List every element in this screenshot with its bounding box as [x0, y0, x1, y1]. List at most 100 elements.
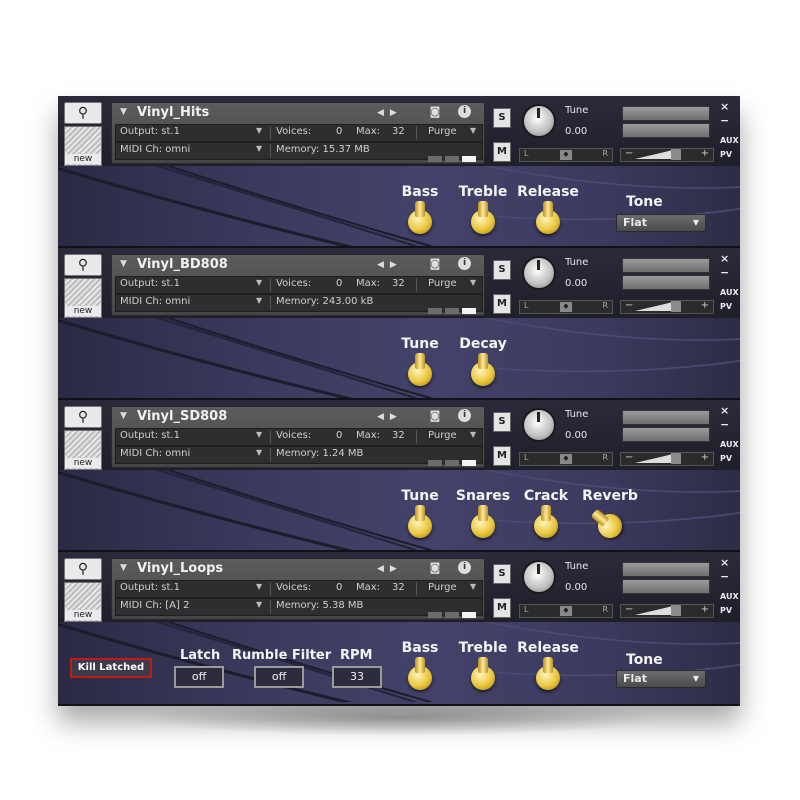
new-button[interactable]: new — [64, 430, 102, 470]
tune-value[interactable]: 0.00 — [565, 278, 587, 289]
new-button[interactable]: new — [64, 126, 102, 166]
knob-cap[interactable] — [536, 657, 560, 690]
purge-menu[interactable]: Purge — [428, 278, 457, 289]
wrench-button[interactable]: ⚲ — [64, 254, 102, 276]
new-button[interactable]: new — [64, 582, 102, 622]
volume-minus[interactable]: − — [625, 300, 633, 311]
pv-button[interactable]: PV — [720, 150, 732, 159]
output-label[interactable]: Output: st.1 — [120, 582, 180, 593]
knob-cap[interactable] — [471, 505, 495, 538]
camera-icon[interactable]: ◙ — [427, 561, 443, 574]
max-value[interactable]: 32 — [392, 430, 405, 441]
mute-button[interactable]: M — [493, 446, 511, 466]
new-button[interactable]: new — [64, 278, 102, 318]
pan-thumb[interactable]: ◆ — [560, 150, 572, 160]
knob-cap[interactable] — [536, 201, 560, 234]
knob-cap[interactable] — [471, 353, 495, 386]
volume-slider[interactable]: − + — [620, 452, 714, 466]
prev-next-icon[interactable]: ◀▶ — [377, 260, 403, 270]
info-icon[interactable]: i — [458, 257, 471, 270]
volume-thumb[interactable] — [671, 605, 681, 616]
chevron-down-icon[interactable]: ▼ — [256, 278, 262, 287]
info-icon[interactable]: i — [458, 105, 471, 118]
volume-minus[interactable]: − — [625, 452, 633, 463]
info-icon[interactable]: i — [458, 409, 471, 422]
volume-plus[interactable]: + — [701, 148, 709, 159]
aux-button[interactable]: AUX — [720, 440, 739, 449]
chevron-down-icon[interactable]: ▼ — [470, 278, 476, 287]
chevron-down-icon[interactable]: ▼ — [256, 448, 262, 457]
instrument-name[interactable]: Vinyl_Loops — [137, 561, 223, 576]
chevron-down-icon[interactable]: ▼ — [256, 126, 262, 135]
knob-cap[interactable] — [471, 201, 495, 234]
volume-slider[interactable]: − + — [620, 604, 714, 618]
knob-cap[interactable] — [534, 505, 558, 538]
solo-button[interactable]: S — [493, 260, 511, 280]
knob-cap[interactable] — [408, 505, 432, 538]
pv-button[interactable]: PV — [720, 606, 732, 615]
purge-menu[interactable]: Purge — [428, 430, 457, 441]
volume-minus[interactable]: − — [625, 148, 633, 159]
knob-cap[interactable] — [471, 657, 495, 690]
camera-icon[interactable]: ◙ — [427, 105, 443, 118]
aux-button[interactable]: AUX — [720, 136, 739, 145]
purge-menu[interactable]: Purge — [428, 582, 457, 593]
chevron-down-icon[interactable]: ▼ — [256, 582, 262, 591]
tune-knob[interactable] — [522, 408, 556, 442]
chevron-down-icon[interactable]: ▼ — [256, 144, 262, 153]
knob-cap[interactable] — [408, 353, 432, 386]
close-icon[interactable]: × — [720, 252, 729, 265]
chevron-down-icon[interactable]: ▼ — [470, 430, 476, 439]
close-icon[interactable]: × — [720, 556, 729, 569]
max-value[interactable]: 32 — [392, 278, 405, 289]
chevron-down-icon[interactable]: ▼ — [120, 259, 127, 269]
wrench-button[interactable]: ⚲ — [64, 558, 102, 580]
chevron-down-icon[interactable]: ▼ — [256, 600, 262, 609]
knob-cap[interactable] — [408, 657, 432, 690]
info-icon[interactable]: i — [458, 561, 471, 574]
pv-button[interactable]: PV — [720, 302, 732, 311]
rumble-filter-toggle[interactable]: off — [254, 666, 304, 688]
knob-cap[interactable] — [593, 509, 627, 543]
chevron-down-icon[interactable]: ▼ — [256, 430, 262, 439]
output-label[interactable]: Output: st.1 — [120, 430, 180, 441]
midi-channel[interactable]: MIDI Ch: omni — [120, 296, 190, 307]
tune-value[interactable]: 0.00 — [565, 126, 587, 137]
tone-dropdown[interactable]: Flat ▼ — [616, 214, 706, 232]
close-icon[interactable]: × — [720, 100, 729, 113]
output-label[interactable]: Output: st.1 — [120, 278, 180, 289]
max-value[interactable]: 32 — [392, 126, 405, 137]
pan-slider[interactable]: L ◆ R — [519, 452, 613, 466]
volume-thumb[interactable] — [671, 301, 681, 312]
volume-plus[interactable]: + — [701, 604, 709, 615]
close-icon[interactable]: × — [720, 404, 729, 417]
chevron-down-icon[interactable]: ▼ — [120, 411, 127, 421]
latch-toggle[interactable]: off — [174, 666, 224, 688]
tone-dropdown[interactable]: Flat ▼ — [616, 670, 706, 688]
mute-button[interactable]: M — [493, 294, 511, 314]
volume-slider[interactable]: − + — [620, 148, 714, 162]
solo-button[interactable]: S — [493, 412, 511, 432]
minimize-icon[interactable]: − — [720, 418, 729, 431]
tune-knob[interactable] — [522, 104, 556, 138]
midi-channel[interactable]: MIDI Ch: omni — [120, 448, 190, 459]
chevron-down-icon[interactable]: ▼ — [120, 563, 127, 573]
knob-cap[interactable] — [408, 201, 432, 234]
chevron-down-icon[interactable]: ▼ — [470, 126, 476, 135]
volume-thumb[interactable] — [671, 149, 681, 160]
tune-knob[interactable] — [522, 560, 556, 594]
minimize-icon[interactable]: − — [720, 114, 729, 127]
kill-latched-button[interactable]: Kill Latched — [70, 658, 152, 678]
rpm-selector[interactable]: 33 — [332, 666, 382, 688]
tune-knob[interactable] — [522, 256, 556, 290]
camera-icon[interactable]: ◙ — [427, 409, 443, 422]
pan-thumb[interactable]: ◆ — [560, 454, 572, 464]
camera-icon[interactable]: ◙ — [427, 257, 443, 270]
wrench-button[interactable]: ⚲ — [64, 406, 102, 428]
pv-button[interactable]: PV — [720, 454, 732, 463]
chevron-down-icon[interactable]: ▼ — [120, 107, 127, 117]
pan-thumb[interactable]: ◆ — [560, 302, 572, 312]
tune-value[interactable]: 0.00 — [565, 582, 587, 593]
prev-next-icon[interactable]: ◀▶ — [377, 412, 403, 422]
output-label[interactable]: Output: st.1 — [120, 126, 180, 137]
